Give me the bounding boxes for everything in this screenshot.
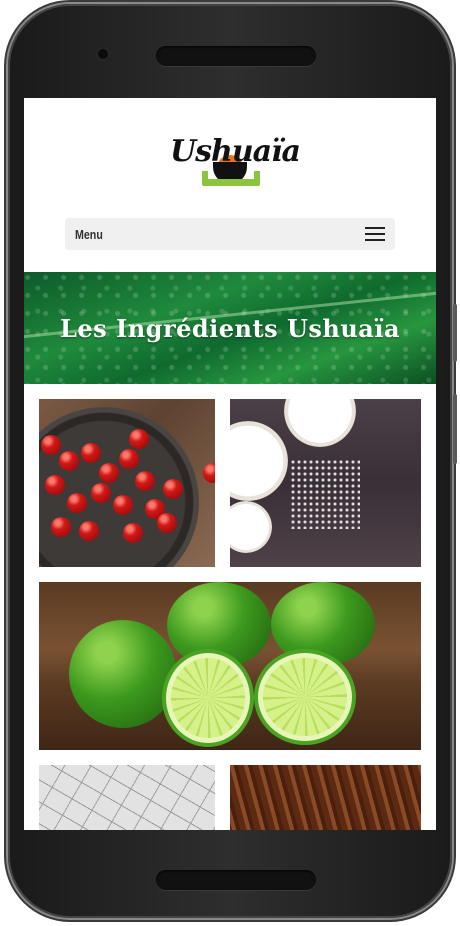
cherry [113,495,133,515]
gallery-image-bark[interactable] [230,765,421,830]
cherry [123,523,143,543]
site-logo[interactable]: Ushuaïa [170,134,301,198]
gallery-image-limes[interactable] [39,582,421,750]
menu-toggle[interactable]: Menu [65,218,395,250]
gallery-image-coconut[interactable] [230,399,421,567]
coconut-half [230,421,288,501]
lime-half [263,658,347,736]
front-camera [98,49,108,59]
menu-label: Menu [75,226,103,242]
coconut-half [230,501,272,553]
cherry [59,451,79,471]
cherry [119,449,139,469]
cherry [41,435,61,455]
gallery-image-acerola-cherries[interactable] [39,399,215,567]
logo-text: Ushuaïa [170,134,301,169]
cherry [135,471,155,491]
hero-banner: Les Ingrédients Ushuaïa [24,272,436,384]
cherry [157,513,177,533]
lime-whole [69,620,177,728]
cherry [91,483,111,503]
coconut-flakes [290,459,360,529]
cherry [79,521,99,541]
cherry [129,429,149,449]
screen: Ushuaïa Menu Les Ingrédients Ushuaïa [24,98,436,830]
cherry [81,443,101,463]
gallery-image-clay[interactable] [39,765,215,830]
cherry [203,463,215,483]
hamburger-icon[interactable] [365,227,385,241]
lime-whole [271,582,375,666]
lime-whole [167,582,271,668]
cherry [67,493,87,513]
cherry [163,479,183,499]
page-title: Les Ingrédients Ushuaïa [59,313,400,343]
cherry [45,475,65,495]
cherry [99,463,119,483]
top-speaker [156,46,316,66]
coconut-half [284,399,356,447]
logo-stand [202,171,260,186]
volume-button [453,304,457,362]
cherry [51,517,71,537]
power-button [453,394,457,464]
lime-half [171,658,245,738]
bottom-speaker [156,870,316,890]
